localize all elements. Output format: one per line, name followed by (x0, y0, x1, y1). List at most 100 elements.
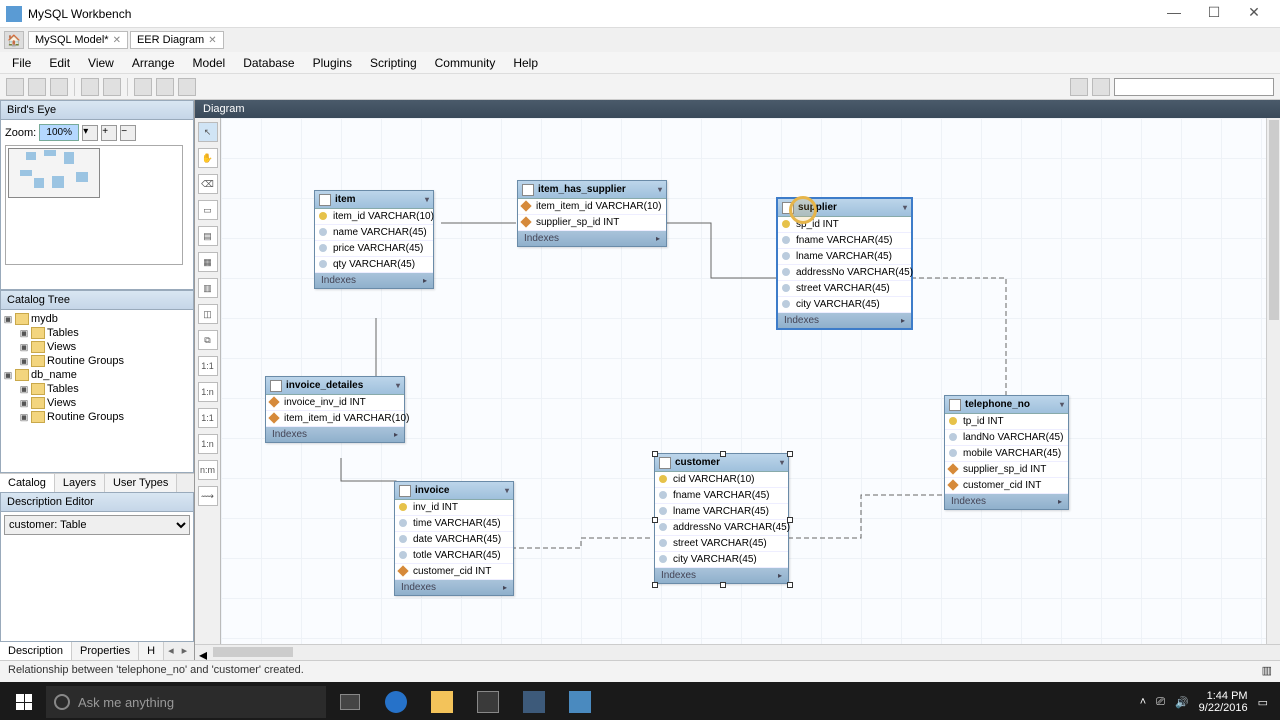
entity-column[interactable]: lname VARCHAR(45) (778, 249, 911, 265)
entity-indexes[interactable]: Indexes▸ (945, 494, 1068, 509)
entity-header[interactable]: supplier▾ (778, 199, 911, 217)
collapse-icon[interactable]: ▾ (903, 203, 907, 212)
rel-1-n-id-icon[interactable]: 1:n (198, 434, 218, 454)
expand-icon[interactable]: ▸ (778, 571, 782, 580)
rel-1-1-nonid-icon[interactable]: 1:1 (198, 356, 218, 376)
selection-handle[interactable] (787, 517, 793, 523)
entity-column[interactable]: city VARCHAR(45) (655, 552, 788, 568)
entity-column[interactable]: street VARCHAR(45) (655, 536, 788, 552)
canvas-scrollbar-vertical[interactable] (1266, 118, 1280, 644)
tab-close-icon[interactable]: ✕ (208, 35, 216, 46)
entity-column[interactable]: item_item_id VARCHAR(10) (266, 411, 404, 427)
desc-tab-properties[interactable]: Properties (72, 642, 139, 660)
entity-column[interactable]: cid VARCHAR(10) (655, 472, 788, 488)
selection-handle[interactable] (787, 451, 793, 457)
expand-icon[interactable]: ▸ (1058, 497, 1062, 506)
layer-tool-icon[interactable]: ▭ (198, 200, 218, 220)
redo-icon[interactable] (103, 78, 121, 96)
entity-column[interactable]: addressNo VARCHAR(45) (778, 265, 911, 281)
rel-1-1-id-icon[interactable]: 1:1 (198, 408, 218, 428)
pointer-tool-icon[interactable]: ↖ (198, 122, 218, 142)
entity-column[interactable]: mobile VARCHAR(45) (945, 446, 1068, 462)
entity-column[interactable]: street VARCHAR(45) (778, 281, 911, 297)
tab-model[interactable]: MySQL Model* ✕ (28, 31, 128, 49)
desc-tab-h[interactable]: H (139, 642, 164, 660)
start-button[interactable] (4, 686, 44, 718)
tab-eer-diagram[interactable]: EER Diagram ✕ (130, 31, 224, 49)
collapse-icon[interactable]: ▾ (396, 381, 400, 390)
view-tool-icon[interactable]: ◫ (198, 304, 218, 324)
app-taskbar-icon[interactable] (558, 686, 602, 718)
cortana-search[interactable]: Ask me anything (46, 686, 326, 718)
workbench-taskbar-icon[interactable] (512, 686, 556, 718)
entity-column[interactable]: fname VARCHAR(45) (655, 488, 788, 504)
entity-header[interactable]: item▾ (315, 191, 433, 209)
zoom-out-icon[interactable]: − (120, 125, 136, 141)
tree-db-node[interactable]: ▣mydb (3, 312, 191, 326)
entity-indexes[interactable]: Indexes▸ (395, 580, 513, 595)
catalog-tab-layers[interactable]: Layers (55, 474, 105, 492)
desc-tab-description[interactable]: Description (0, 642, 72, 660)
find-icon[interactable] (1092, 78, 1110, 96)
menu-plugins[interactable]: Plugins (305, 54, 360, 72)
zoom-in-icon[interactable]: + (101, 125, 117, 141)
collapse-icon[interactable]: ▾ (658, 185, 662, 194)
entity-column[interactable]: inv_id INT (395, 500, 513, 516)
entity-column[interactable]: supplier_sp_id INT (518, 215, 666, 231)
entity-invoice[interactable]: invoice▾inv_id INTtime VARCHAR(45)date V… (394, 481, 514, 596)
entity-column[interactable]: sp_id INT (778, 217, 911, 233)
rel-existing-icon[interactable]: ⟿ (198, 486, 218, 506)
catalog-tab-usertypes[interactable]: User Types (105, 474, 177, 492)
expand-icon[interactable]: ▸ (503, 583, 507, 592)
selection-handle[interactable] (652, 451, 658, 457)
selection-handle[interactable] (652, 517, 658, 523)
entity-column[interactable]: name VARCHAR(45) (315, 225, 433, 241)
description-select[interactable]: customer: Table (4, 515, 190, 535)
selection-handle[interactable] (787, 582, 793, 588)
tree-child-node[interactable]: ▣Routine Groups (3, 354, 191, 368)
menu-file[interactable]: File (4, 54, 39, 72)
entity-column[interactable]: customer_cid INT (945, 478, 1068, 494)
menu-model[interactable]: Model (185, 54, 234, 72)
tree-child-node[interactable]: ▣Routine Groups (3, 410, 191, 424)
toggle-sidebar-icon[interactable] (1070, 78, 1088, 96)
expand-icon[interactable]: ▸ (394, 430, 398, 439)
collapse-icon[interactable]: ▾ (505, 486, 509, 495)
system-tray[interactable]: ˄ ⎚ 🔊 1:44 PM 9/22/2016 ▭ (1140, 690, 1276, 714)
menu-community[interactable]: Community (427, 54, 504, 72)
export-icon[interactable] (178, 78, 196, 96)
tray-chevron-icon[interactable]: ˄ (1140, 696, 1146, 708)
collapse-icon[interactable]: ▾ (425, 195, 429, 204)
entity-column[interactable]: addressNo VARCHAR(45) (655, 520, 788, 536)
entity-column[interactable]: lname VARCHAR(45) (655, 504, 788, 520)
desc-nav-left-icon[interactable]: ◂ (164, 642, 178, 660)
open-file-icon[interactable] (28, 78, 46, 96)
rel-n-m-icon[interactable]: n:m (198, 460, 218, 480)
undo-icon[interactable] (81, 78, 99, 96)
diagram-canvas[interactable]: item▾item_id VARCHAR(10)name VARCHAR(45)… (221, 118, 1280, 644)
entity-indexes[interactable]: Indexes▸ (655, 568, 788, 583)
tray-notifications-icon[interactable]: ▭ (1258, 696, 1268, 709)
selection-handle[interactable] (652, 582, 658, 588)
hand-tool-icon[interactable]: ✋ (198, 148, 218, 168)
entity-column[interactable]: fname VARCHAR(45) (778, 233, 911, 249)
entity-indexes[interactable]: Indexes▸ (315, 273, 433, 288)
tree-child-node[interactable]: ▣Views (3, 396, 191, 410)
entity-header[interactable]: invoice▾ (395, 482, 513, 500)
canvas-scrollbar-horizontal[interactable]: ◂ (195, 644, 1280, 660)
note-tool-icon[interactable]: ▤ (198, 226, 218, 246)
close-button[interactable]: ✕ (1234, 4, 1274, 24)
menu-arrange[interactable]: Arrange (124, 54, 183, 72)
collapse-icon[interactable]: ▾ (780, 458, 784, 467)
expand-icon[interactable]: ▸ (656, 234, 660, 243)
minimize-button[interactable]: — (1154, 4, 1194, 24)
entity-column[interactable]: item_item_id VARCHAR(10) (518, 199, 666, 215)
menu-edit[interactable]: Edit (41, 54, 78, 72)
tree-child-node[interactable]: ▣Tables (3, 382, 191, 396)
routine-tool-icon[interactable]: ⧉ (198, 330, 218, 350)
entity-item_has_supplier[interactable]: item_has_supplier▾item_item_id VARCHAR(1… (517, 180, 667, 247)
entity-column[interactable]: price VARCHAR(45) (315, 241, 433, 257)
search-input[interactable] (1114, 78, 1274, 96)
entity-column[interactable]: time VARCHAR(45) (395, 516, 513, 532)
entity-column[interactable]: item_id VARCHAR(10) (315, 209, 433, 225)
